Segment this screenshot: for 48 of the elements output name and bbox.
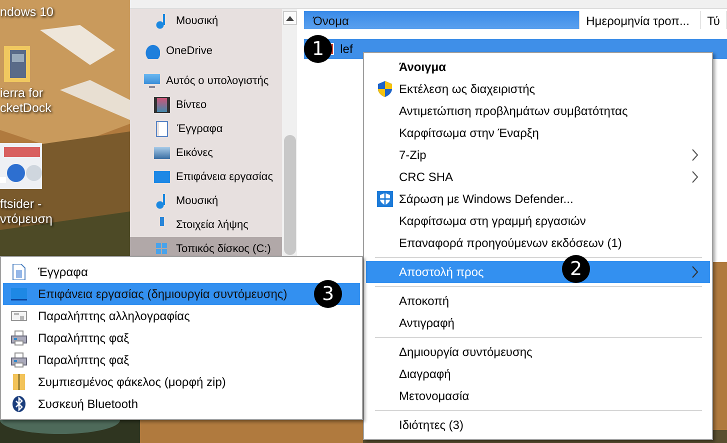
app-window-icon[interactable]	[0, 143, 42, 189]
scrollbar-thumb[interactable]	[284, 135, 296, 255]
menu-item[interactable]: Άνοιγμα	[366, 56, 710, 78]
menu-item[interactable]: Δημιουργία συντόμευσης	[366, 341, 710, 363]
menu-item[interactable]: Επαναφορά προηγούμενων εκδόσεων (1)	[366, 232, 710, 254]
menu-item[interactable]: Διαγραφή	[366, 363, 710, 385]
nav-item[interactable]: Μουσική	[130, 9, 282, 33]
menu-item[interactable]: Αντιμετώπιση προβλημάτων συμβατότητας	[366, 100, 710, 122]
desktop-icon-label[interactable]: ftsider - ντόμευση	[0, 197, 52, 227]
scroll-up-button[interactable]	[282, 11, 297, 25]
chevron-right-icon	[692, 171, 698, 183]
menu-item[interactable]: Έγγραφα	[3, 261, 360, 283]
menu-item[interactable]: Συμπιεσμένος φάκελος (μορφή zip)	[3, 371, 360, 393]
menu-item[interactable]: Συσκευή Bluetooth	[3, 393, 360, 415]
column-header[interactable]: Όνομα	[304, 11, 580, 29]
menu-item[interactable]: 7-Zip	[366, 144, 710, 166]
menu-item[interactable]: Καρφίτσωμα στη γραμμή εργασιών	[366, 210, 710, 232]
nav-item[interactable]: OneDrive	[130, 39, 282, 63]
menu-item[interactable]: Καρφίτσωμα στην Έναρξη	[366, 122, 710, 144]
menu-item[interactable]: Αποκοπή	[366, 290, 710, 312]
printer-icon	[11, 330, 27, 346]
desktop-icon	[11, 286, 27, 302]
nav-item[interactable]: Επιφάνεια εργασίας	[130, 165, 282, 189]
menu-item[interactable]: Παραλήπτης φαξ	[3, 327, 360, 349]
menu-item[interactable]: Ιδιότητες (3)	[366, 414, 710, 436]
nav-item[interactable]: Μουσική	[130, 189, 282, 213]
envelope-icon	[11, 308, 27, 324]
printer-icon	[11, 352, 27, 368]
bluetooth-icon	[11, 396, 27, 412]
menu-item[interactable]: Σάρωση με Windows Defender...	[366, 188, 710, 210]
chevron-right-icon	[692, 149, 698, 161]
arrow-up-icon	[286, 16, 294, 20]
nav-item[interactable]: Στοιχεία λήψης	[130, 213, 282, 237]
nav-item[interactable]: Εικόνες	[130, 141, 282, 165]
shield-icon	[377, 191, 393, 207]
zip-folder-icon	[11, 374, 27, 390]
menu-item[interactable]: CRC SHA	[366, 166, 710, 188]
menu-item[interactable]: Παραλήπτης αλληλογραφίας	[3, 305, 360, 327]
nav-item[interactable]: Βίντεο	[130, 93, 282, 117]
document-icon	[11, 264, 27, 280]
chevron-right-icon	[692, 266, 698, 278]
menu-item[interactable]: Αντιγραφή	[366, 312, 710, 334]
menu-item[interactable]: Παραλήπτης φαξ	[3, 349, 360, 371]
shield-icon	[377, 81, 393, 97]
nav-item[interactable]: Έγγραφα	[130, 117, 282, 141]
nav-item[interactable]: Αυτός ο υπολογιστής	[130, 69, 282, 93]
menu-item[interactable]: Μετονομασία	[366, 385, 710, 407]
menu-item[interactable]: Εκτέλεση ως διαχειριστής	[366, 78, 710, 100]
